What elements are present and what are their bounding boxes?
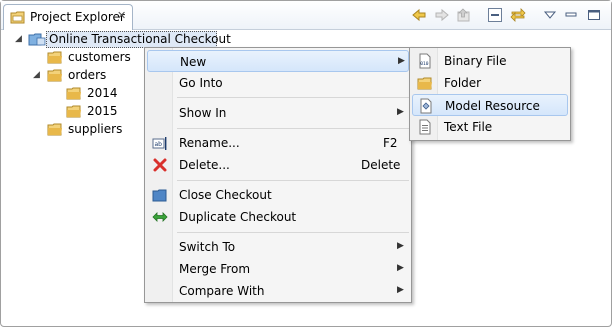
project-explorer-view: Project Explorer ✕ ◢ Online Transactiona…: [0, 0, 612, 327]
view-menu-icon[interactable]: [542, 7, 558, 23]
menu-separator: [177, 128, 409, 129]
duplicate-checkout-icon: [152, 212, 168, 222]
menu-item-merge-from[interactable]: Merge From ▶: [147, 258, 409, 280]
submenu-arrow-icon: ▶: [398, 56, 405, 66]
menu-item-label: Text File: [444, 120, 493, 134]
minimize-icon[interactable]: [563, 7, 579, 23]
menu-item-label: Show In: [179, 106, 227, 120]
tree-item-label: 2015: [87, 104, 118, 118]
submenu-arrow-icon: ▶: [397, 241, 404, 251]
tree-item-label: 2014: [87, 86, 118, 100]
close-checkout-icon: [152, 189, 167, 202]
menu-separator: [177, 232, 409, 233]
tree-item-label: Online Transactional Checkout: [49, 32, 231, 46]
context-menu: New ▶ Go Into Show In ▶ ab Rename... F2 …: [144, 47, 412, 303]
delete-icon: [153, 158, 167, 172]
menu-item-compare-with[interactable]: Compare With ▶: [147, 280, 409, 302]
expanded-arrow-icon[interactable]: ◢: [33, 70, 40, 80]
shortcut-label: Delete: [361, 158, 401, 172]
submenu-arrow-icon: ▶: [397, 107, 404, 117]
tree-item-label: customers: [68, 50, 131, 64]
back-arrow-icon[interactable]: [411, 7, 427, 23]
forward-arrow-icon[interactable]: [434, 7, 450, 23]
menu-item-label: Binary File: [444, 54, 507, 68]
menu-item-label: Close Checkout: [179, 188, 272, 202]
project-explorer-icon: [10, 11, 25, 24]
menu-item-rename[interactable]: ab Rename... F2: [147, 132, 409, 154]
menu-item-label: Go Into: [179, 76, 223, 90]
menu-item-text-file[interactable]: Text File: [412, 116, 568, 138]
view-tab-bar: Project Explorer ✕: [1, 1, 611, 30]
folder-icon: [417, 77, 432, 90]
menu-item-label: Duplicate Checkout: [179, 210, 297, 224]
folder-icon: [66, 105, 81, 118]
menu-item-label: Model Resource: [445, 99, 540, 113]
binary-file-icon: 010: [419, 53, 431, 69]
menu-item-label: Switch To: [179, 240, 236, 254]
folder-icon: [47, 69, 62, 82]
new-submenu: 010 Binary File Folder Model Resource Te…: [409, 47, 571, 141]
menu-item-label: Delete...: [179, 158, 230, 172]
text-file-icon: [419, 119, 431, 135]
menu-item-duplicate-checkout[interactable]: Duplicate Checkout: [147, 206, 409, 228]
menu-item-close-checkout[interactable]: Close Checkout: [147, 184, 409, 206]
submenu-arrow-icon: ▶: [397, 263, 404, 273]
folder-icon: [47, 123, 62, 136]
folder-icon: [66, 87, 81, 100]
collapse-all-icon[interactable]: [487, 7, 503, 23]
menu-item-show-in[interactable]: Show In ▶: [147, 102, 409, 124]
menu-item-go-into[interactable]: Go Into: [147, 72, 409, 94]
rename-icon: ab: [152, 137, 167, 150]
maximize-icon[interactable]: [586, 7, 602, 23]
up-icon[interactable]: [456, 7, 472, 23]
tab-title: Project Explorer: [30, 10, 125, 24]
tab-project-explorer[interactable]: Project Explorer ✕: [3, 4, 133, 30]
menu-separator: [177, 97, 409, 98]
menu-item-label: Folder: [444, 76, 482, 90]
model-resource-icon: [420, 98, 432, 114]
menu-item-new[interactable]: New ▶: [147, 50, 409, 72]
menu-item-label: Merge From: [179, 262, 251, 276]
submenu-arrow-icon: ▶: [397, 285, 404, 295]
menu-item-label: Rename...: [179, 136, 240, 150]
menu-separator: [177, 180, 409, 181]
tree-item-label: orders: [68, 68, 107, 82]
folder-icon: [47, 51, 62, 64]
menu-item-binary-file[interactable]: 010 Binary File: [412, 50, 568, 72]
menu-item-switch-to[interactable]: Switch To ▶: [147, 236, 409, 258]
menu-item-delete[interactable]: Delete... Delete: [147, 154, 409, 176]
binary-icon-text: 010: [420, 61, 429, 67]
close-icon[interactable]: ✕: [117, 9, 126, 22]
tree-item-label: suppliers: [68, 122, 123, 136]
expanded-arrow-icon[interactable]: ◢: [15, 34, 22, 44]
svg-text:ab: ab: [155, 141, 163, 148]
shortcut-label: F2: [383, 136, 398, 150]
menu-item-folder[interactable]: Folder: [412, 72, 568, 94]
menu-item-label: Compare With: [179, 284, 265, 298]
link-editor-icon[interactable]: [510, 7, 526, 23]
menu-item-label: New: [180, 55, 207, 69]
project-icon: [28, 33, 46, 46]
menu-item-model-resource[interactable]: Model Resource: [412, 94, 568, 116]
